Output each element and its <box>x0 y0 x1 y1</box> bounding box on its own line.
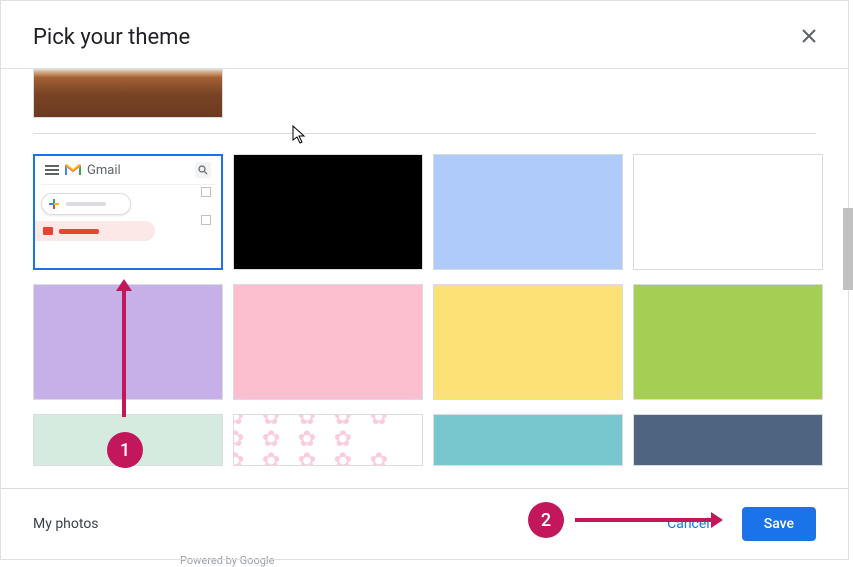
plus-icon <box>48 198 60 210</box>
close-icon[interactable] <box>802 27 816 48</box>
theme-tile-yellow[interactable] <box>433 284 623 400</box>
section-divider <box>33 133 816 134</box>
checkbox-icon <box>201 215 211 225</box>
theme-tile-purple[interactable] <box>33 284 223 400</box>
my-photos-link[interactable]: My photos <box>33 516 99 532</box>
theme-tile-green[interactable] <box>633 284 823 400</box>
theme-grid-row3 <box>33 414 816 466</box>
annotation-arrow-1 <box>122 289 126 417</box>
theme-tile-default[interactable]: Gmail <box>33 154 223 270</box>
theme-grid: Gmail <box>33 154 816 400</box>
gmail-label: Gmail <box>87 163 121 178</box>
theme-tile-desert[interactable] <box>33 69 223 118</box>
theme-tile-white[interactable] <box>633 154 823 270</box>
theme-tile-cherry-blossom[interactable] <box>233 414 423 466</box>
inbox-row <box>35 221 155 241</box>
theme-tile-teal[interactable] <box>433 414 623 466</box>
theme-tile-navy[interactable] <box>633 414 823 466</box>
dialog-title: Pick your theme <box>33 25 190 50</box>
compose-pill <box>41 193 131 215</box>
theme-tile-pink[interactable] <box>233 284 423 400</box>
annotation-badge-1: 1 <box>107 432 143 468</box>
scrollbar-thumb[interactable] <box>843 208 853 290</box>
hamburger-icon <box>45 165 59 175</box>
checkbox-icon <box>201 187 211 197</box>
gmail-logo <box>65 164 81 176</box>
dialog-header: Pick your theme <box>1 1 848 69</box>
theme-tile-black[interactable] <box>233 154 423 270</box>
annotation-badge-2: 2 <box>528 502 564 538</box>
search-icon <box>195 162 211 178</box>
cursor-icon <box>292 125 308 149</box>
save-button[interactable]: Save <box>742 507 816 541</box>
annotation-arrow-2 <box>575 518 713 522</box>
theme-tile-lightblue[interactable] <box>433 154 623 270</box>
